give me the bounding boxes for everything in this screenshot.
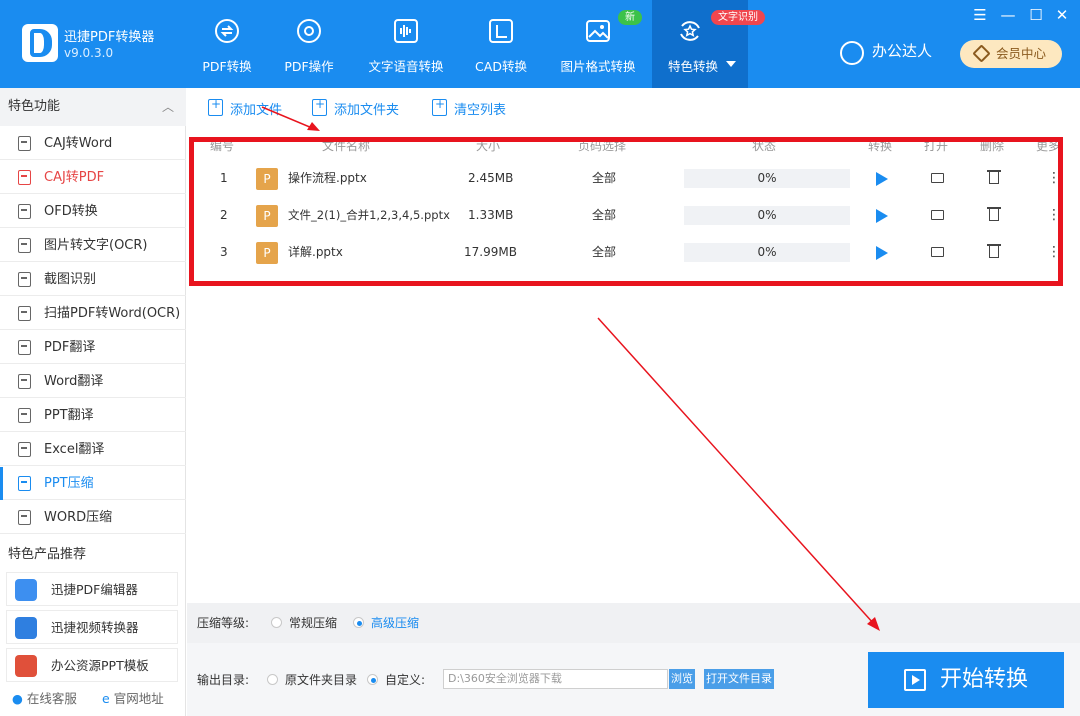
- arrow-line: [597, 317, 875, 625]
- annotation-arrows: [261, 106, 880, 631]
- arrow-line: [261, 106, 313, 129]
